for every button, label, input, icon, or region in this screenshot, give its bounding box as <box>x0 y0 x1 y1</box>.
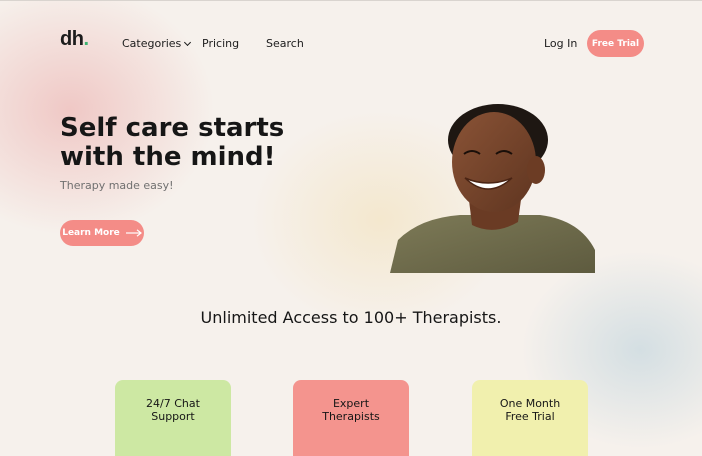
learn-more-button[interactable]: Learn More <box>60 220 144 246</box>
feature-card-chat-support[interactable]: 24/7 Chat Support <box>115 380 231 456</box>
nav-categories[interactable]: Categories <box>122 37 192 50</box>
hero-title: Self care starts with the mind! <box>60 114 320 172</box>
card-line-2: Therapists <box>322 410 380 423</box>
card-line-1: One Month <box>499 397 561 410</box>
free-trial-button[interactable]: Free Trial <box>587 30 644 57</box>
logo-dot: . <box>83 28 89 50</box>
arrow-right-icon <box>125 229 142 237</box>
card-line-1: Expert <box>332 397 370 410</box>
feature-card-free-trial[interactable]: One Month Free Trial <box>472 380 588 456</box>
landing-page: dh. Categories Pricing Search Log In Fre… <box>0 0 702 456</box>
free-trial-label: Free Trial <box>591 38 640 49</box>
card-line-1: 24/7 Chat <box>146 397 200 410</box>
hero-title-line-1: Self care starts <box>60 113 285 143</box>
chevron-down-icon <box>184 38 192 47</box>
hero-photo <box>390 100 595 273</box>
nav-pricing[interactable]: Pricing <box>202 37 239 50</box>
hero-title-line-2: with the mind! <box>60 142 276 172</box>
hero-subtitle: Therapy made easy! <box>60 179 174 192</box>
logo[interactable]: dh. <box>60 28 89 51</box>
top-divider <box>0 0 702 1</box>
feature-card-expert-therapists[interactable]: Expert Therapists <box>293 380 409 456</box>
card-line-2: Support <box>151 410 195 423</box>
card-line-2: Free Trial <box>505 410 555 423</box>
section-title: Unlimited Access to 100+ Therapists. <box>200 308 502 327</box>
login-link[interactable]: Log In <box>544 37 577 50</box>
learn-more-label: Learn More <box>62 228 120 238</box>
logo-text: dh <box>60 28 84 50</box>
nav-search[interactable]: Search <box>266 37 304 50</box>
nav-categories-label: Categories <box>122 37 182 50</box>
